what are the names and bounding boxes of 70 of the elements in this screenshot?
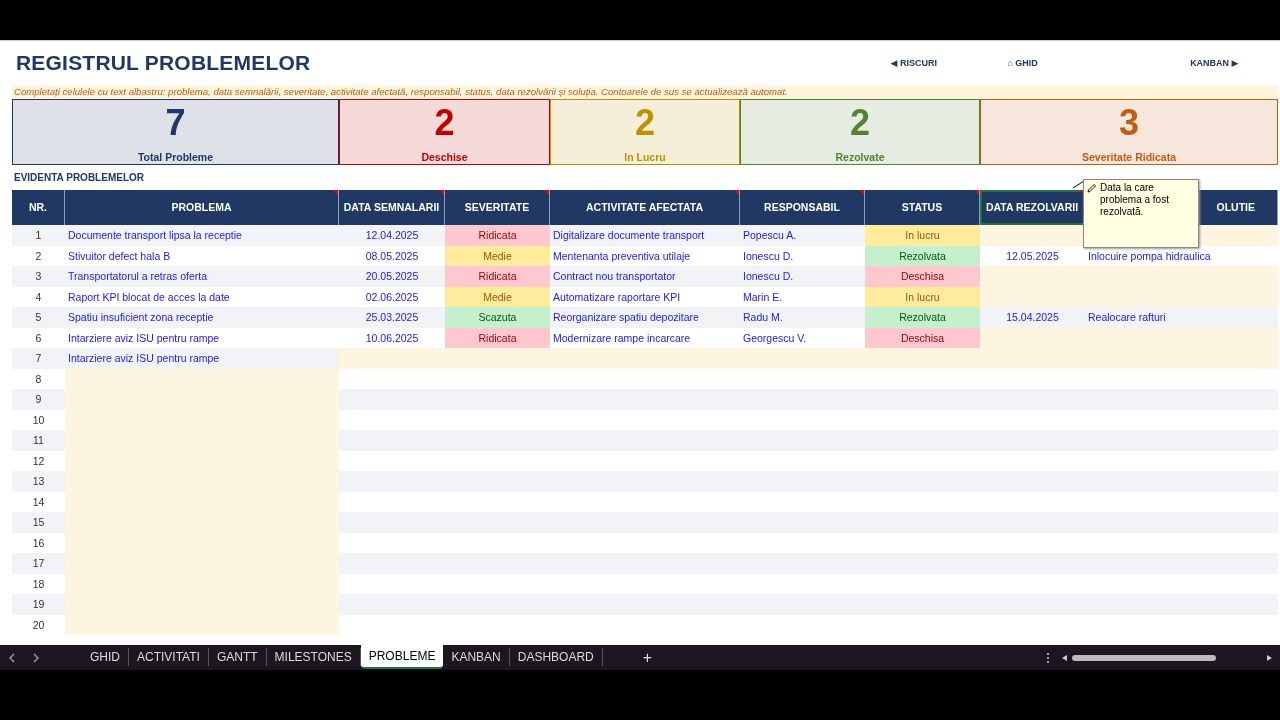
sheet-tab[interactable]: GHID <box>82 648 129 666</box>
owner-cell: Popescu A. <box>740 225 865 246</box>
kpi-value: 7 <box>165 102 186 144</box>
column-header[interactable]: DATA REZOLVARII <box>980 190 1085 225</box>
status-cell: In lucru <box>865 225 980 246</box>
sheet-tab[interactable]: KANBAN <box>443 648 510 666</box>
activity-cell: Digitalizare documente transport <box>550 225 740 246</box>
nav-link[interactable]: ◀ RISCURI <box>890 58 1008 68</box>
status-cell: Rezolvata <box>865 307 980 328</box>
column-header[interactable]: SEVERITATE <box>445 190 550 225</box>
row-number: 17 <box>12 553 65 574</box>
sheet-title: REGISTRUL PROBLEMELOR <box>15 51 312 75</box>
status-cell: Deschisa <box>865 266 980 287</box>
date-cell: 15.04.2025 <box>980 307 1085 328</box>
add-sheet-button[interactable]: + <box>636 647 659 668</box>
row-number: 15 <box>12 512 65 533</box>
activity-cell: Reorganizare spatiu depozitare <box>550 307 740 328</box>
row-number: 19 <box>12 594 65 615</box>
sheet-tab[interactable]: MILESTONES <box>266 648 361 666</box>
severity-cell: Ridicata <box>445 327 550 348</box>
kpi-value: 2 <box>850 102 870 144</box>
row-number: 7 <box>12 348 65 369</box>
date-cell: 20.05.2025 <box>339 266 445 287</box>
kpi-value: 3 <box>1119 102 1139 144</box>
nav-link[interactable]: KANBAN ▶ <box>1190 58 1280 68</box>
status-cell: Rezolvata <box>865 245 980 266</box>
problem-cell: Spatiu insuficient zona receptie <box>65 307 339 328</box>
sheet-tab[interactable]: PROBLEME <box>360 645 444 669</box>
severity-cell: Ridicata <box>445 225 550 246</box>
severity-cell: Ridicata <box>445 266 550 287</box>
column-header[interactable]: PROBLEMA <box>65 190 339 225</box>
nav-link[interactable]: ⌂ GHID <box>1007 58 1191 68</box>
status-cell: In lucru <box>865 286 980 307</box>
severity-cell: Medie <box>445 286 550 307</box>
status-cell: Deschisa <box>865 327 980 348</box>
activity-cell: Contract nou transportator <box>550 266 740 287</box>
row-number: 11 <box>12 430 65 451</box>
severity-cell: Medie <box>445 245 550 266</box>
date-cell: 12.04.2025 <box>339 225 445 246</box>
owner-cell: Ionescu D. <box>740 266 865 287</box>
owner-cell: Radu M. <box>740 307 865 328</box>
kpi-label: Severitate Ridicata <box>1082 151 1176 163</box>
date-cell: 25.03.2025 <box>339 307 445 328</box>
row-number: 9 <box>12 389 65 410</box>
column-header[interactable]: DATA SEMNALARII <box>339 190 445 225</box>
row-number: 5 <box>12 307 65 328</box>
column-header[interactable]: ACTIVITATE AFECTATA <box>550 190 740 225</box>
problem-cell: Documente transport lipsa la receptie <box>65 225 339 246</box>
section-title: EVIDENTA PROBLEMELOR <box>13 171 144 185</box>
problem-cell: Intarziere aviz ISU pentru rampe <box>65 348 339 369</box>
sheet-tab[interactable]: ACTIVITATI <box>129 648 209 666</box>
row-number: 13 <box>12 471 65 492</box>
column-header[interactable]: RESPONSABIL <box>740 190 865 225</box>
problem-cell: Transportatorul a retras oferta <box>65 266 339 287</box>
kpi-label: Rezolvate <box>835 151 885 163</box>
kpi-value: 2 <box>434 102 455 144</box>
kpi-label: In Lucru <box>624 151 666 163</box>
row-number: 3 <box>12 266 65 287</box>
comment-text: Data la care problema a fost rezolvată. <box>1100 182 1170 218</box>
row-number: 1 <box>12 225 65 246</box>
severity-cell: Scazuta <box>445 307 550 328</box>
kpi-label: Deschise <box>421 151 468 163</box>
instructions-text: Completați celulele cu text albastru: problema, data semnalării, severitate, activitate afectată, responsabil, status, data rezolvării și soluția. Contoarele de sus se actualizează automat. <box>12 85 1278 99</box>
kpi-value: 2 <box>635 102 655 144</box>
kpi-label: Total Probleme <box>137 151 214 163</box>
column-header[interactable]: NR. <box>12 190 65 225</box>
solution-cell: Realocare rafturi <box>1085 307 1278 328</box>
sheet-tab[interactable]: DASHBOARD <box>509 648 603 666</box>
sheet-tab[interactable]: GANTT <box>208 648 267 666</box>
column-header[interactable]: STATUS <box>865 190 980 225</box>
